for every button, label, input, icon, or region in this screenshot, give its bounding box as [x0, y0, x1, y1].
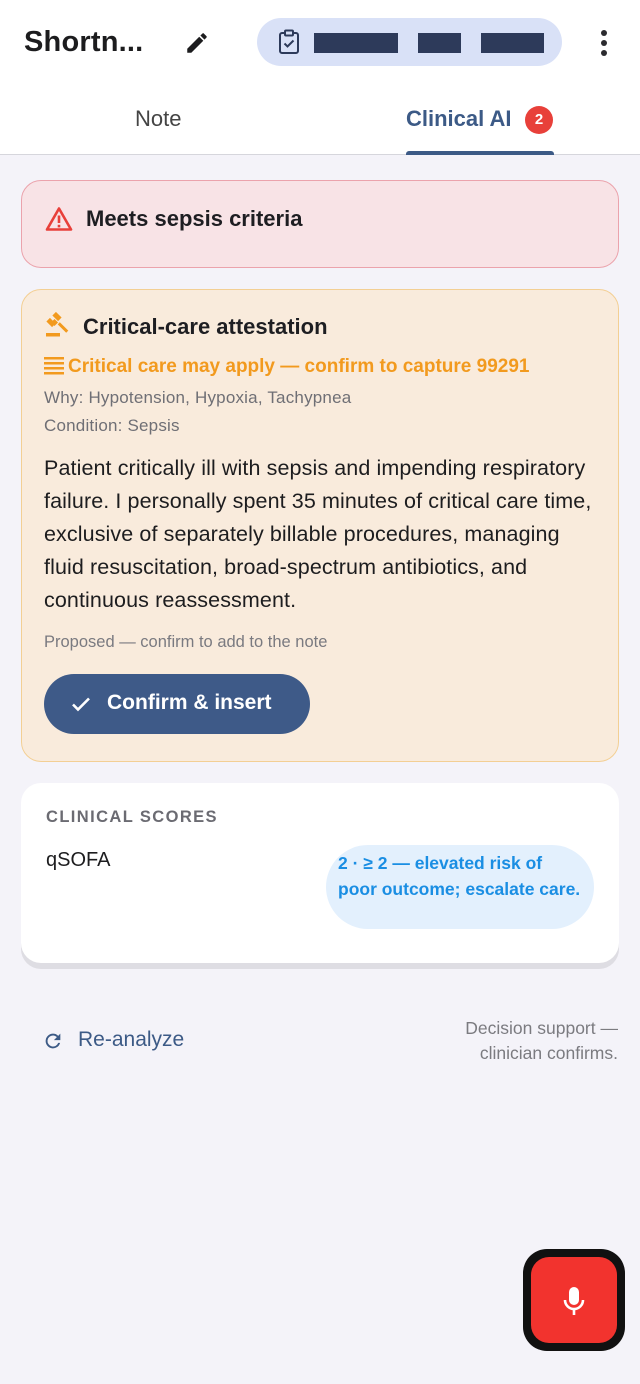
billing-suggestion: Critical care may apply — confirm to cap… — [68, 356, 530, 377]
reanalyze-label: Re-analyze — [78, 1028, 185, 1051]
pencil-icon[interactable] — [184, 30, 210, 56]
refresh-icon — [45, 1033, 61, 1049]
score-name: qSOFA — [46, 849, 111, 871]
redacted-patient-id — [418, 33, 461, 53]
gavel-icon — [46, 312, 69, 337]
sepsis-alert: Meets sepsis criteria — [21, 180, 619, 268]
record-button-inner — [531, 1257, 617, 1343]
microphone-icon — [563, 1287, 585, 1315]
confirm-label: Confirm & insert — [107, 691, 272, 714]
app-bar: Shortn... — [0, 0, 640, 86]
critical-care-card: Critical-care attestation Critical care … — [21, 289, 619, 762]
proposed-note: Proposed — confirm to add to the note — [44, 633, 328, 651]
active-tab-indicator — [406, 151, 554, 155]
patient-chip[interactable] — [257, 18, 562, 66]
disclaimer-line: Decision support — — [465, 1018, 618, 1038]
tab-bar: Note Clinical AI 2 — [0, 86, 640, 155]
clinical-scores-card: CLINICAL SCORES qSOFA 2 · ≥ 2 — elevated… — [21, 783, 619, 963]
redacted-patient-name — [314, 33, 398, 53]
check-icon — [72, 697, 90, 712]
alert-text: Meets sepsis criteria — [86, 206, 303, 231]
reanalyze-button[interactable]: Re-analyze — [40, 1025, 210, 1057]
attestation-title: Critical-care attestation — [83, 314, 328, 339]
disclaimer-line: clinician confirms. — [479, 1043, 618, 1063]
note-title[interactable]: Shortn... — [24, 26, 143, 59]
tab-clinical-ai[interactable]: Clinical AI — [406, 106, 512, 132]
condition-text: Condition: Sepsis — [44, 416, 180, 435]
tab-note[interactable]: Note — [135, 106, 181, 132]
clipboard-check-icon — [279, 29, 299, 54]
scores-header: CLINICAL SCORES — [46, 808, 218, 826]
record-button[interactable] — [523, 1249, 625, 1351]
attestation-body: Patient critically ill with sepsis and i… — [44, 456, 592, 612]
redacted-patient-info — [481, 33, 544, 53]
warning-triangle-icon — [45, 207, 73, 231]
more-vertical-icon[interactable] — [590, 26, 618, 60]
score-result-pill: 2 · ≥ 2 — elevated risk of poor outcome;… — [326, 845, 594, 929]
confirm-insert-button[interactable]: Confirm & insert — [44, 674, 310, 734]
tab-badge: 2 — [525, 106, 553, 134]
score-result: 2 · ≥ 2 — elevated risk of poor outcome;… — [338, 853, 581, 899]
decision-support-disclaimer: Decision support — clinician confirms. — [465, 1016, 618, 1066]
billing-lines-icon — [44, 357, 64, 375]
why-text: Why: Hypotension, Hypoxia, Tachypnea — [44, 388, 352, 407]
